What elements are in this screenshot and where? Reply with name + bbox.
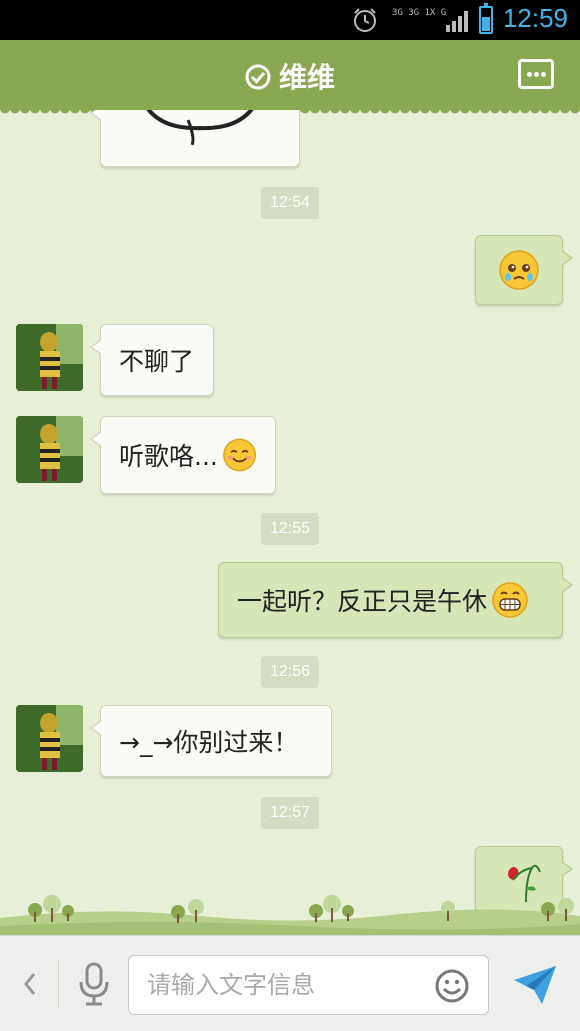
chat-header: 维维 xyxy=(0,40,580,116)
avatar[interactable] xyxy=(16,705,83,772)
emoji-message[interactable] xyxy=(475,235,573,305)
send-button[interactable] xyxy=(512,964,558,1006)
sticker-message[interactable] xyxy=(90,110,300,167)
signal-strength-icon xyxy=(446,11,468,32)
message-input[interactable] xyxy=(147,966,417,1004)
contact-name: 维维 xyxy=(278,61,335,94)
timestamp: 12:54 xyxy=(261,187,319,219)
crying-face-emoji xyxy=(499,250,539,290)
battery-icon xyxy=(479,3,493,34)
status-time: 12:59 xyxy=(502,3,568,33)
timestamp: 12:55 xyxy=(261,513,319,545)
avatar-photo xyxy=(16,324,83,391)
message-text: →_→你别过来！ xyxy=(119,728,299,757)
smiley-icon[interactable] xyxy=(434,968,470,1004)
timestamp: 12:56 xyxy=(261,656,319,688)
message-text: 听歌咯... xyxy=(119,442,218,471)
avatar-photo xyxy=(16,705,83,772)
text-message[interactable]: →_→你别过来！ xyxy=(90,705,332,777)
microphone-icon xyxy=(79,962,109,1006)
sticker-face xyxy=(146,110,254,146)
collapse-button[interactable] xyxy=(18,966,42,1002)
chevron-left-icon xyxy=(24,973,36,995)
divider xyxy=(58,960,59,1008)
status-bar: 3G 3G 1X G 12:59 xyxy=(0,0,580,40)
message-text: 不聊了 xyxy=(119,347,195,376)
avatar[interactable] xyxy=(16,324,83,391)
text-message[interactable]: 听歌咯... xyxy=(90,416,276,494)
message-list[interactable]: 12:54 不聊了 听歌咯... 12:55 一起听？反正只是午休 12:56 … xyxy=(0,110,580,935)
more-dots-icon xyxy=(527,72,532,77)
voice-input-button[interactable] xyxy=(74,960,114,1008)
avatar[interactable] xyxy=(16,416,83,483)
text-message[interactable]: 不聊了 xyxy=(90,324,214,396)
message-input-field[interactable] xyxy=(128,955,489,1015)
smile-emoji xyxy=(223,438,256,472)
avatar-photo xyxy=(16,416,83,483)
background-scenery xyxy=(0,895,580,935)
message-text: 一起听？反正只是午休 xyxy=(237,587,488,616)
timestamp: 12:57 xyxy=(261,797,319,829)
message-input-bar xyxy=(0,935,580,1031)
send-arrow-icon xyxy=(514,966,556,1004)
more-menu-button[interactable] xyxy=(518,59,554,89)
alarm-clock-icon xyxy=(354,8,376,32)
grin-emoji xyxy=(492,582,528,618)
text-message[interactable]: 一起听？反正只是午休 xyxy=(218,562,573,638)
network-type-label: 3G 3G 1X G xyxy=(392,8,447,18)
check-circle-icon xyxy=(245,64,271,90)
